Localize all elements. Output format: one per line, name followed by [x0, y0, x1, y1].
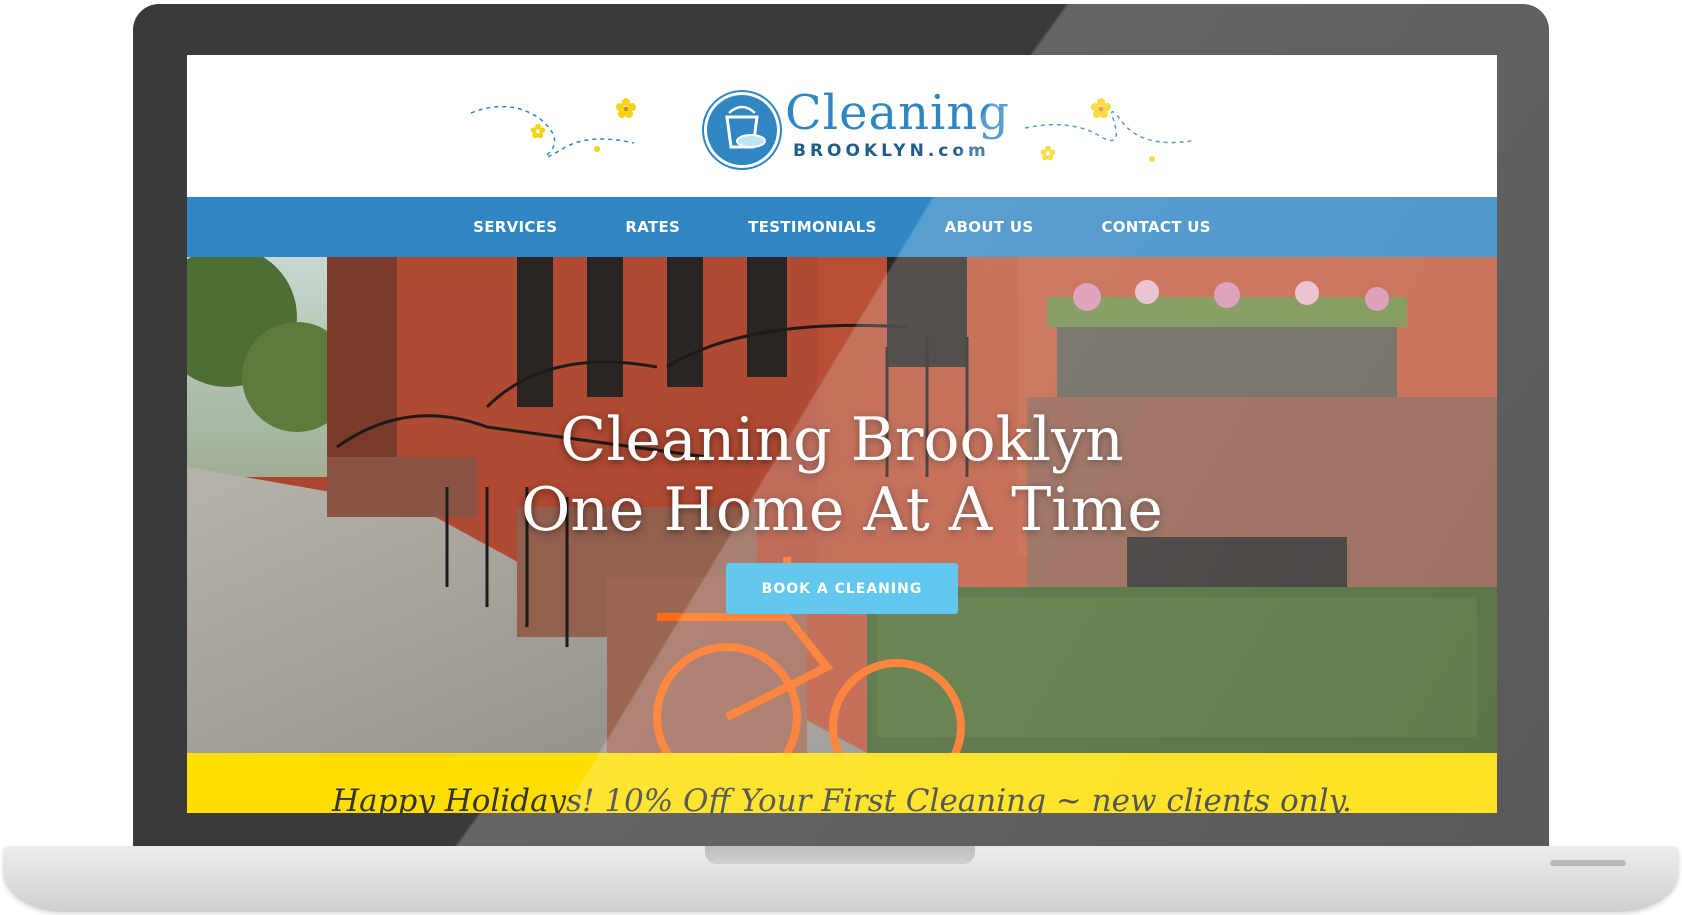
promo-banner: Happy Holidays! 10% Off Your First Clean…	[187, 753, 1497, 813]
site-logo[interactable]: Cleaning BROOKLYN.com	[707, 85, 1009, 171]
hero-heading: Cleaning Brooklyn One Home At A Time	[187, 405, 1497, 545]
nav-item-rates[interactable]: RATES	[625, 218, 680, 236]
bucket-logo-icon	[707, 95, 777, 165]
promo-text: Happy Holidays! 10% Off Your First Clean…	[332, 783, 1352, 813]
nav-item-testimonials[interactable]: TESTIMONIALS	[748, 218, 876, 236]
hero-heading-line-1: Cleaning Brooklyn	[560, 405, 1124, 475]
flower-icon	[1091, 98, 1111, 118]
site-header: Cleaning BROOKLYN.com	[187, 55, 1497, 197]
flower-icon	[594, 146, 600, 152]
laptop-mockup: Cleaning BROOKLYN.com SERVICES RATES TES…	[0, 0, 1682, 915]
laptop-vent-slot	[1550, 860, 1626, 866]
flower-icon	[1149, 156, 1155, 162]
logo-subtitle: BROOKLYN.com	[793, 141, 990, 161]
hero-heading-line-2: One Home At A Time	[521, 475, 1163, 545]
browser-viewport: Cleaning BROOKLYN.com SERVICES RATES TES…	[187, 55, 1497, 813]
hero-section: Cleaning Brooklyn One Home At A Time BOO…	[187, 257, 1497, 753]
nav-item-contact-us[interactable]: CONTACT US	[1101, 218, 1210, 236]
logo-wordmark: Cleaning	[785, 85, 1011, 141]
flower-icon	[1040, 145, 1056, 161]
nav-item-about-us[interactable]: ABOUT US	[945, 218, 1034, 236]
nav-item-services[interactable]: SERVICES	[473, 218, 557, 236]
flower-icon	[530, 123, 546, 139]
book-cleaning-button[interactable]: BOOK A CLEANING	[726, 563, 958, 614]
flower-icon	[616, 98, 636, 118]
laptop-hinge-notch	[705, 846, 975, 864]
main-nav: SERVICES RATES TESTIMONIALS ABOUT US CON…	[187, 197, 1497, 257]
dashed-swirl-icon	[470, 105, 635, 158]
